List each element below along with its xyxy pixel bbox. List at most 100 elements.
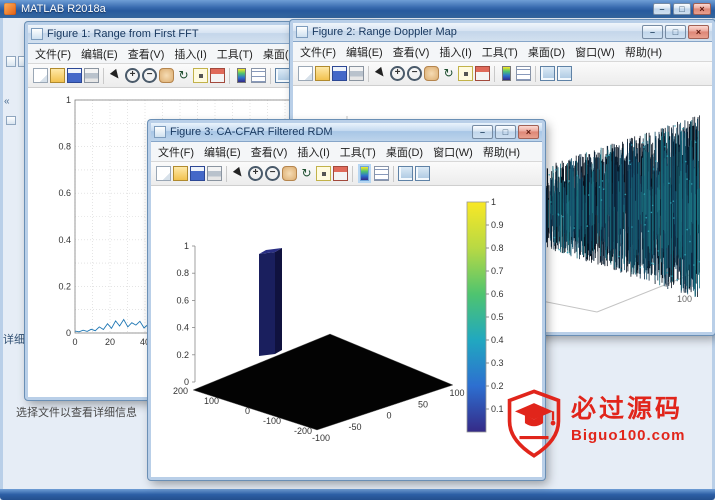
figure2-maximize-button[interactable] bbox=[665, 25, 686, 39]
menu-item-7[interactable]: 帮助(H) bbox=[478, 142, 525, 162]
zoom-out-icon[interactable]: − bbox=[407, 66, 422, 81]
main-minimize-button[interactable] bbox=[653, 3, 671, 15]
legend-icon[interactable] bbox=[516, 66, 531, 81]
zoom-in-icon[interactable]: + bbox=[248, 166, 263, 181]
dock-icon[interactable] bbox=[275, 68, 290, 83]
menu-item-4[interactable]: 工具(T) bbox=[335, 142, 381, 162]
toolstrip-icon[interactable] bbox=[6, 116, 16, 125]
dock-all-icon[interactable] bbox=[557, 66, 572, 81]
toolbar-separator bbox=[352, 166, 353, 182]
figure3-plot-area[interactable]: 00.20.40.60.812001000-100-200-100-500501… bbox=[151, 186, 542, 477]
panel-collapse-icon[interactable]: « bbox=[4, 96, 10, 107]
figure3-titlebar[interactable]: Figure 3: CA-CFAR Filtered RDM bbox=[151, 123, 542, 142]
brush-icon[interactable] bbox=[210, 68, 225, 83]
menu-item-0[interactable]: 文件(F) bbox=[295, 42, 341, 62]
svg-text:100: 100 bbox=[677, 294, 692, 304]
menu-item-3[interactable]: 插入(I) bbox=[434, 42, 476, 62]
dock-icon[interactable] bbox=[540, 66, 555, 81]
open-icon[interactable] bbox=[173, 166, 188, 181]
print-icon[interactable] bbox=[207, 166, 222, 181]
figure2-titlebar[interactable]: Figure 2: Range Doppler Map bbox=[293, 23, 712, 42]
toolbar-separator bbox=[368, 66, 369, 82]
menu-item-1[interactable]: 编辑(E) bbox=[199, 142, 246, 162]
figure2-title: Figure 2: Range Doppler Map bbox=[312, 26, 640, 38]
menu-item-2[interactable]: 查看(V) bbox=[388, 42, 435, 62]
menu-item-2[interactable]: 查看(V) bbox=[123, 44, 170, 64]
menu-item-4[interactable]: 工具(T) bbox=[477, 42, 523, 62]
new-icon[interactable] bbox=[298, 66, 313, 81]
figure3-maximize-button[interactable] bbox=[495, 125, 516, 139]
cursor-icon[interactable] bbox=[231, 166, 246, 181]
open-icon[interactable] bbox=[315, 66, 330, 81]
new-icon[interactable] bbox=[156, 166, 171, 181]
rotate-icon[interactable] bbox=[176, 68, 191, 83]
hand-icon[interactable] bbox=[159, 68, 174, 83]
menu-item-6[interactable]: 窗口(W) bbox=[428, 142, 478, 162]
cursor-icon[interactable] bbox=[108, 68, 123, 83]
datatip-icon[interactable] bbox=[458, 66, 473, 81]
figure3-menubar: 文件(F)编辑(E)查看(V)插入(I)工具(T)桌面(D)窗口(W)帮助(H) bbox=[151, 142, 542, 162]
colorbar-icon[interactable] bbox=[360, 166, 369, 181]
zoom-out-icon[interactable]: − bbox=[265, 166, 280, 181]
menu-item-1[interactable]: 编辑(E) bbox=[341, 42, 388, 62]
dock-all-icon[interactable] bbox=[415, 166, 430, 181]
zoom-in-icon[interactable]: + bbox=[125, 68, 140, 83]
datatip-icon[interactable] bbox=[193, 68, 208, 83]
brush-icon[interactable] bbox=[475, 66, 490, 81]
toolstrip-icon[interactable] bbox=[6, 56, 16, 67]
new-icon[interactable] bbox=[33, 68, 48, 83]
menu-item-3[interactable]: 插入(I) bbox=[292, 142, 334, 162]
hand-icon[interactable] bbox=[424, 66, 439, 81]
save-icon[interactable] bbox=[332, 66, 347, 81]
legend-icon[interactable] bbox=[251, 68, 266, 83]
save-icon[interactable] bbox=[67, 68, 82, 83]
colorbar-icon[interactable] bbox=[237, 68, 246, 83]
rotate-icon[interactable] bbox=[299, 166, 314, 181]
svg-text:0: 0 bbox=[66, 328, 71, 338]
datatip-icon[interactable] bbox=[316, 166, 331, 181]
menu-item-5[interactable]: 桌面(D) bbox=[523, 42, 570, 62]
menu-item-4[interactable]: 工具(T) bbox=[212, 44, 258, 64]
hand-icon[interactable] bbox=[282, 166, 297, 181]
colorbar: 10.90.80.70.60.50.40.30.20.1 bbox=[467, 197, 504, 432]
figure3-close-button[interactable] bbox=[518, 125, 539, 139]
main-titlebar[interactable]: MATLAB R2018a bbox=[0, 0, 715, 18]
dock-icon[interactable] bbox=[398, 166, 413, 181]
zoom-out-icon[interactable]: − bbox=[142, 68, 157, 83]
menu-item-3[interactable]: 插入(I) bbox=[169, 44, 211, 64]
menu-item-1[interactable]: 编辑(E) bbox=[76, 44, 123, 64]
cursor-icon[interactable] bbox=[373, 66, 388, 81]
svg-text:0.4: 0.4 bbox=[491, 335, 504, 345]
figure3-minimize-button[interactable] bbox=[472, 125, 493, 139]
figure1-title: Figure 1: Range from First FFT bbox=[47, 28, 300, 40]
details-panel-label[interactable]: 详细信息 bbox=[3, 331, 24, 347]
figure-icon bbox=[296, 26, 308, 38]
menu-item-5[interactable]: 桌面(D) bbox=[381, 142, 428, 162]
figure3-toolbar: +− bbox=[151, 162, 542, 186]
menu-item-0[interactable]: 文件(F) bbox=[153, 142, 199, 162]
svg-text:-50: -50 bbox=[348, 422, 361, 432]
toolbar-separator bbox=[226, 166, 227, 182]
figure2-minimize-button[interactable] bbox=[642, 25, 663, 39]
menu-item-6[interactable]: 窗口(W) bbox=[570, 42, 620, 62]
rotate-icon[interactable] bbox=[441, 66, 456, 81]
brush-icon[interactable] bbox=[333, 166, 348, 181]
save-icon[interactable] bbox=[190, 166, 205, 181]
figure2-close-button[interactable] bbox=[688, 25, 709, 39]
main-close-button[interactable] bbox=[693, 3, 711, 15]
main-maximize-button[interactable] bbox=[673, 3, 691, 15]
zoom-in-icon[interactable]: + bbox=[390, 66, 405, 81]
colorbar-icon[interactable] bbox=[502, 66, 511, 81]
svg-text:-100: -100 bbox=[312, 433, 330, 443]
window-frame-left bbox=[0, 18, 3, 489]
menu-item-7[interactable]: 帮助(H) bbox=[620, 42, 667, 62]
figure3-window: Figure 3: CA-CFAR Filtered RDM 文件(F)编辑(E… bbox=[148, 120, 545, 480]
menu-item-0[interactable]: 文件(F) bbox=[30, 44, 76, 64]
legend-icon[interactable] bbox=[374, 166, 389, 181]
figure-icon bbox=[31, 28, 43, 40]
print-icon[interactable] bbox=[349, 66, 364, 81]
print-icon[interactable] bbox=[84, 68, 99, 83]
svg-text:0.7: 0.7 bbox=[491, 266, 504, 276]
menu-item-2[interactable]: 查看(V) bbox=[246, 142, 293, 162]
open-icon[interactable] bbox=[50, 68, 65, 83]
